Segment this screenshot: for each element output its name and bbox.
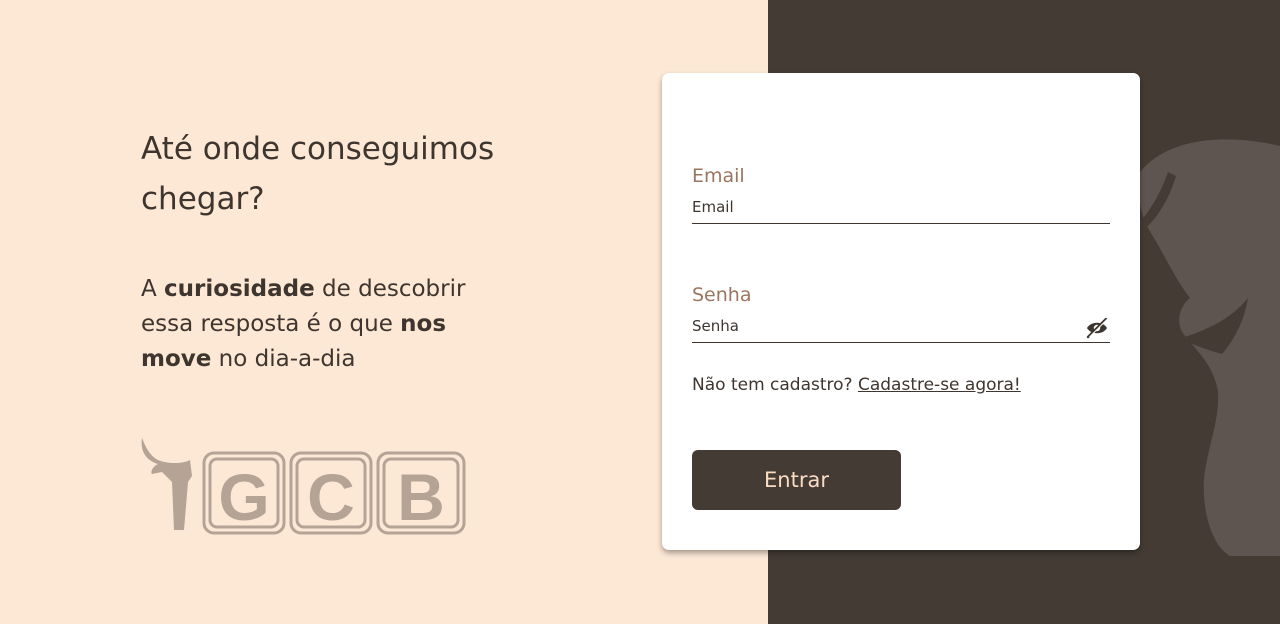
bull-head-icon [141, 438, 192, 530]
email-input[interactable] [692, 194, 1110, 224]
logo-letter-c: C [307, 460, 355, 534]
tagline-bold-1: curiosidade [164, 276, 315, 302]
left-panel: Até onde conseguimos chegar? A curiosida… [0, 0, 768, 624]
tagline: A curiosidade de descobrir essa resposta… [141, 272, 521, 377]
password-field-group: Senha [692, 284, 1110, 343]
password-label: Senha [692, 284, 752, 306]
gcb-logo-graphic: G C B [141, 438, 466, 535]
email-field-group: Email [692, 165, 1110, 224]
signup-prompt-row: Não tem cadastro? Cadastre-se agora! [692, 375, 1021, 395]
submit-button[interactable]: Entrar [692, 450, 901, 510]
login-card: Email Senha Não tem cadastro? Cadastre-s… [662, 73, 1140, 550]
signup-prompt-text: Não tem cadastro? [692, 375, 853, 395]
eye-slash-icon[interactable] [1084, 315, 1110, 341]
email-label: Email [692, 165, 745, 187]
tagline-text-1: A [141, 276, 165, 302]
logo-letter-b: B [397, 460, 445, 534]
password-input[interactable] [692, 313, 1110, 343]
headline: Até onde conseguimos chegar? [141, 131, 495, 217]
tagline-text-3: no dia-a-dia [211, 346, 356, 372]
gcb-logo: G C B [138, 436, 468, 540]
signup-link[interactable]: Cadastre-se agora! [858, 375, 1021, 395]
password-input-wrapper [692, 313, 1110, 343]
logo-letter-g: G [218, 460, 269, 534]
